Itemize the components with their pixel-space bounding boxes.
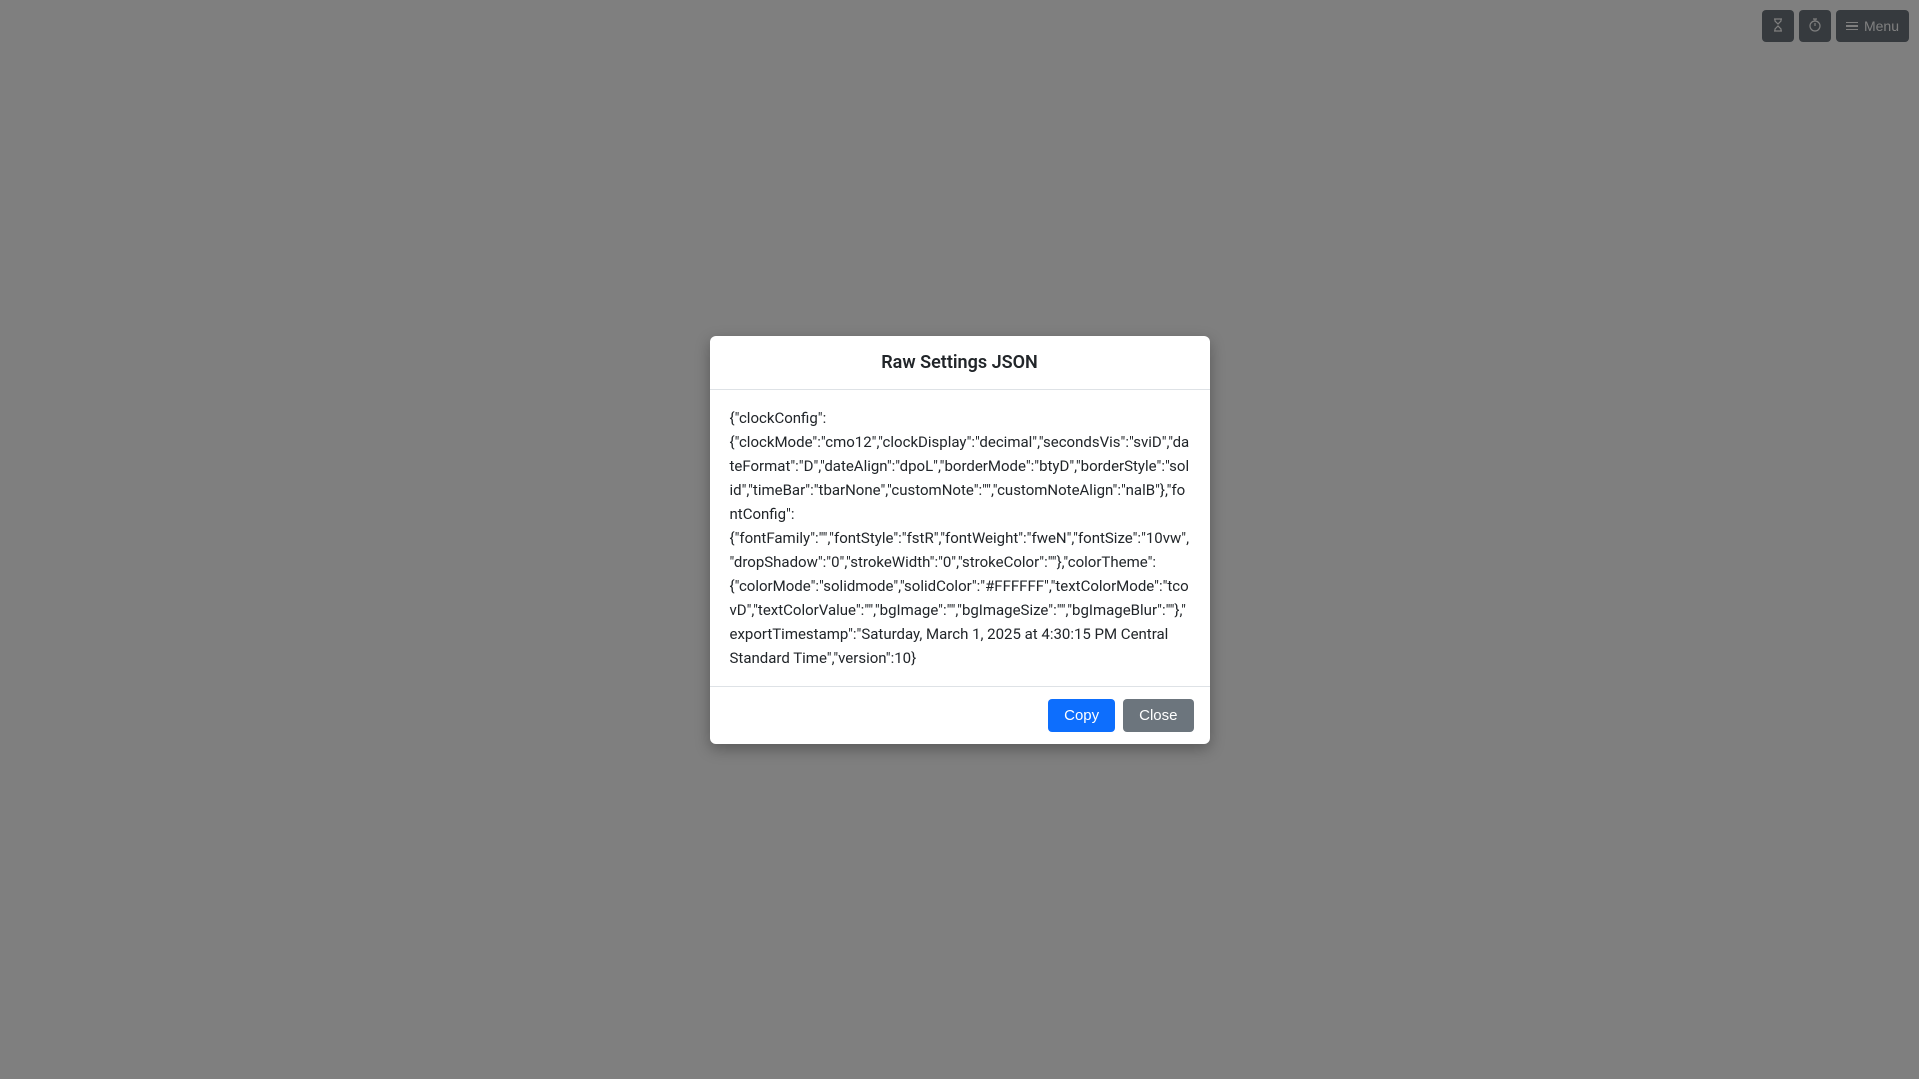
settings-json-modal: Raw Settings JSON {"clockConfig":{"clock… [710, 336, 1210, 744]
modal-body: {"clockConfig":{"clockMode":"cmo12","clo… [710, 390, 1210, 686]
modal-title: Raw Settings JSON [730, 352, 1190, 373]
copy-button[interactable]: Copy [1048, 699, 1115, 732]
modal-header: Raw Settings JSON [710, 336, 1210, 390]
modal-footer: Copy Close [710, 686, 1210, 744]
modal-overlay[interactable]: Raw Settings JSON {"clockConfig":{"clock… [0, 0, 1919, 1079]
close-button[interactable]: Close [1123, 699, 1193, 732]
